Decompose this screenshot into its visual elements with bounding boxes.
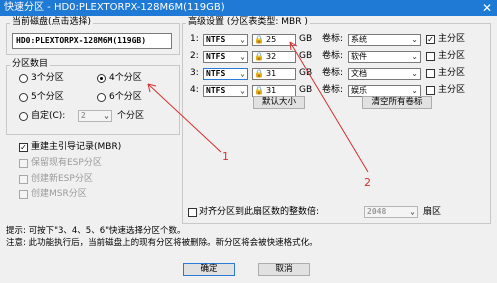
chevron-down-icon: ⌄ <box>240 52 245 61</box>
radio-3-label: 3个分区 <box>31 73 64 83</box>
chevron-down-icon: ⌄ <box>411 52 418 61</box>
primary-checkbox[interactable] <box>426 69 435 78</box>
volume-label-caption: 卷标: <box>322 68 344 78</box>
close-icon[interactable]: ✕ <box>482 0 492 16</box>
tip-line: 提示: 可按下"3、4、5、6"快速选择分区个数。 <box>6 226 186 236</box>
size-input[interactable]: 🔒 25 <box>252 34 296 46</box>
filesystem-select[interactable]: NTFS ⌄ <box>203 68 248 80</box>
chevron-down-icon: ⌄ <box>411 69 418 78</box>
default-size-button[interactable]: 默认大小 <box>253 96 305 109</box>
filesystem-value: NTFS <box>206 86 226 95</box>
partition-count-title: 分区数目 <box>10 59 51 70</box>
align-suffix: 扇区 <box>423 207 442 217</box>
volume-label-select[interactable]: 系统 ⌄ <box>348 34 421 46</box>
primary-checkbox[interactable] <box>426 86 435 95</box>
current-disk-title: 当前磁盘(点击选择) <box>10 17 94 28</box>
filesystem-value: NTFS <box>206 35 226 44</box>
align-sector-select[interactable]: 2048 ⌄ <box>364 206 418 218</box>
primary-label: 主分区 <box>438 51 466 61</box>
radio-custom[interactable] <box>19 112 28 121</box>
volume-label-select[interactable]: 文档 ⌄ <box>348 68 421 80</box>
row-index: 1: <box>190 34 199 44</box>
primary-label: 主分区 <box>438 34 466 44</box>
primary-checkbox[interactable] <box>426 52 435 61</box>
size-unit: GB <box>299 85 313 95</box>
size-value: 32 <box>266 52 277 61</box>
chevron-down-icon: ⌄ <box>240 69 245 78</box>
row-index: 4: <box>190 85 199 95</box>
size-unit: GB <box>299 34 313 44</box>
size-unit: GB <box>299 51 313 61</box>
window-titlebar[interactable]: 快速分区 - HD0:PLEXTORPX-128M6M(119GB) ✕ <box>0 0 497 16</box>
primary-label: 主分区 <box>438 85 466 95</box>
create-esp-checkbox[interactable] <box>19 175 28 184</box>
size-value: 25 <box>266 35 277 44</box>
row-index: 2: <box>190 51 199 61</box>
cancel-button[interactable]: 取消 <box>258 263 310 276</box>
keep-esp-label: 保留现有ESP分区 <box>31 158 102 168</box>
rebuild-mbr-checkbox[interactable] <box>19 143 28 152</box>
clear-labels-button[interactable]: 清空所有卷标 <box>362 96 432 109</box>
chevron-down-icon: ⌄ <box>410 207 415 216</box>
custom-count-select[interactable]: 2 ⌄ <box>78 110 112 122</box>
lock-icon[interactable]: 🔒 <box>254 86 264 96</box>
filesystem-value: NTFS <box>206 52 226 61</box>
window-title: 快速分区 - HD0:PLEXTORPX-128M6M(119GB) <box>4 2 225 13</box>
radio-custom-label: 自定(C): <box>31 111 66 121</box>
create-msr-label: 创建MSR分区 <box>31 189 87 199</box>
chevron-down-icon: ⌄ <box>240 86 245 95</box>
filesystem-select[interactable]: NTFS ⌄ <box>203 34 248 46</box>
chevron-down-icon: ⌄ <box>104 111 109 120</box>
lock-icon[interactable]: 🔒 <box>254 35 264 45</box>
radio-6-label: 6个分区 <box>109 92 142 102</box>
filesystem-select[interactable]: NTFS ⌄ <box>203 51 248 63</box>
create-esp-label: 创建新ESP分区 <box>31 174 93 184</box>
keep-esp-checkbox[interactable] <box>19 159 28 168</box>
volume-label-select[interactable]: 软件 ⌄ <box>348 51 421 63</box>
radio-5-partitions[interactable] <box>19 93 28 102</box>
current-disk-selector[interactable]: HD0:PLEXTORPX-128M6M(119GB) <box>12 33 172 49</box>
align-checkbox[interactable] <box>188 208 197 217</box>
advanced-settings-title: 高级设置 (分区表类型: MBR ) <box>186 17 310 28</box>
warning-line: 注意: 此功能执行后，当前磁盘上的现有分区将被删除。新分区将会被快速格式化。 <box>6 238 318 248</box>
primary-label: 主分区 <box>438 68 466 78</box>
volume-label-value: 软件 <box>351 52 367 61</box>
radio-6-partitions[interactable] <box>97 93 106 102</box>
volume-label-caption: 卷标: <box>322 85 344 95</box>
primary-checkbox[interactable] <box>426 35 435 44</box>
size-value: 31 <box>266 86 277 95</box>
size-input[interactable]: 🔒 32 <box>252 51 296 63</box>
radio-3-partitions[interactable] <box>19 74 28 83</box>
ok-button[interactable]: 确定 <box>183 263 235 276</box>
filesystem-select[interactable]: NTFS ⌄ <box>203 85 248 97</box>
volume-label-value: 文档 <box>351 69 367 78</box>
volume-label-value: 娱乐 <box>351 86 367 95</box>
chevron-down-icon: ⌄ <box>240 35 245 44</box>
chevron-down-icon: ⌄ <box>411 86 418 95</box>
create-msr-checkbox[interactable] <box>19 190 28 199</box>
size-unit: GB <box>299 68 313 78</box>
align-sector-value: 2048 <box>367 207 387 216</box>
align-label: 对齐分区到此扇区数的整数倍: <box>199 207 320 217</box>
size-value: 31 <box>266 69 277 78</box>
size-input[interactable]: 🔒 31 <box>252 68 296 80</box>
radio-5-label: 5个分区 <box>31 92 64 102</box>
volume-label-caption: 卷标: <box>322 34 344 44</box>
custom-count-suffix: 个分区 <box>117 111 145 121</box>
radio-4-label: 4个分区 <box>109 73 142 83</box>
lock-icon[interactable]: 🔒 <box>254 69 264 79</box>
row-index: 3: <box>190 68 199 78</box>
filesystem-value: NTFS <box>206 69 226 78</box>
rebuild-mbr-label: 重建主引导记录(MBR) <box>31 142 122 152</box>
lock-icon[interactable]: 🔒 <box>254 52 264 62</box>
custom-count-value: 2 <box>81 111 86 120</box>
chevron-down-icon: ⌄ <box>411 35 418 44</box>
radio-4-partitions[interactable] <box>97 74 106 83</box>
volume-label-value: 系统 <box>351 35 367 44</box>
volume-label-caption: 卷标: <box>322 51 344 61</box>
